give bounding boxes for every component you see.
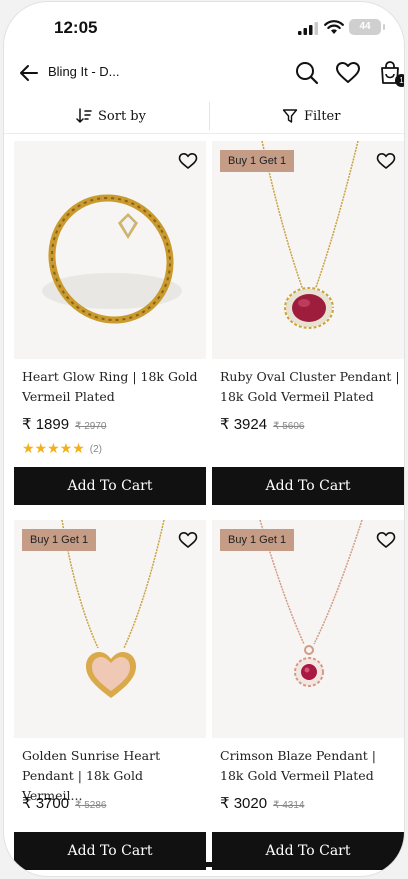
top-nav: Bling It - D... (4, 52, 404, 96)
crimson-pendant-image (259, 520, 363, 687)
ruby-pendant-image (261, 141, 359, 329)
product-image[interactable]: Buy 1 Get 1 (14, 520, 206, 738)
product-image[interactable]: Buy 1 Get 1 (212, 520, 404, 738)
add-to-cart-button[interactable]: Add To Cart (14, 467, 206, 505)
wishlist-heart-icon[interactable] (178, 151, 198, 171)
back-arrow-icon[interactable] (18, 62, 40, 84)
sort-filter-bar: Sort by Filter (4, 98, 404, 134)
offer-badge: Buy 1 Get 1 (220, 529, 295, 551)
product-price: ₹ 3700 ₹ 5286 (22, 794, 106, 812)
wishlist-heart-icon[interactable] (376, 530, 396, 550)
offer-badge: Buy 1 Get 1 (220, 150, 295, 172)
cart-count-badge: 1 (395, 74, 404, 87)
page-title: Bling It - D... (48, 64, 120, 79)
wishlist-heart-icon[interactable] (178, 530, 198, 550)
home-indicator (137, 862, 277, 867)
add-to-cart-button[interactable]: Add To Cart (212, 467, 404, 505)
sale-price: ₹ 3700 (22, 795, 70, 812)
sort-label: Sort by (98, 108, 146, 124)
star-rating-icon: ★★★★★ (22, 441, 85, 457)
wifi-icon (324, 20, 344, 34)
sale-price: ₹ 1899 (22, 416, 70, 433)
product-image[interactable] (14, 141, 206, 359)
original-price: ₹ 4314 (273, 800, 305, 811)
cellular-signal-icon (298, 22, 318, 35)
phone-screen: 12:05 44 Bling It - D... 1 Sort by Filte… (4, 2, 404, 876)
status-bar: 12:05 44 (4, 2, 404, 52)
product-image[interactable]: Buy 1 Get 1 (212, 141, 404, 359)
product-name[interactable]: Ruby Oval Cluster Pendant | 18k Gold Ver… (220, 367, 400, 407)
offer-badge: Buy 1 Get 1 (22, 529, 97, 551)
product-rating: ★★★★★ (2) (22, 441, 102, 457)
gold-ring-image (42, 194, 182, 324)
search-icon[interactable] (294, 60, 320, 86)
product-price: ₹ 3020 ₹ 4314 (220, 794, 304, 812)
product-name[interactable]: Heart Glow Ring | 18k Gold Vermeil Plate… (22, 367, 202, 407)
sale-price: ₹ 3924 (220, 416, 268, 433)
product-price: ₹ 1899 ₹ 2970 (22, 415, 106, 433)
review-count: (2) (89, 443, 102, 455)
filter-button[interactable]: Filter (282, 98, 340, 134)
wishlist-heart-icon[interactable] (335, 60, 361, 86)
battery-icon: 44 (349, 19, 385, 35)
status-time: 12:05 (54, 18, 98, 37)
sort-button[interactable]: Sort by (76, 98, 146, 134)
original-price: ₹ 5286 (75, 800, 107, 811)
product-price: ₹ 3924 ₹ 5606 (220, 415, 304, 433)
sale-price: ₹ 3020 (220, 795, 268, 812)
heart-pendant-image (61, 520, 165, 698)
sort-icon (76, 108, 92, 123)
filter-funnel-icon (282, 109, 298, 123)
wishlist-heart-icon[interactable] (376, 151, 396, 171)
original-price: ₹ 5606 (273, 421, 305, 432)
original-price: ₹ 2970 (75, 421, 107, 432)
product-name[interactable]: Crimson Blaze Pendant | 18k Gold Vermeil… (220, 746, 400, 786)
toolbar-divider (209, 102, 210, 130)
filter-label: Filter (304, 108, 341, 124)
